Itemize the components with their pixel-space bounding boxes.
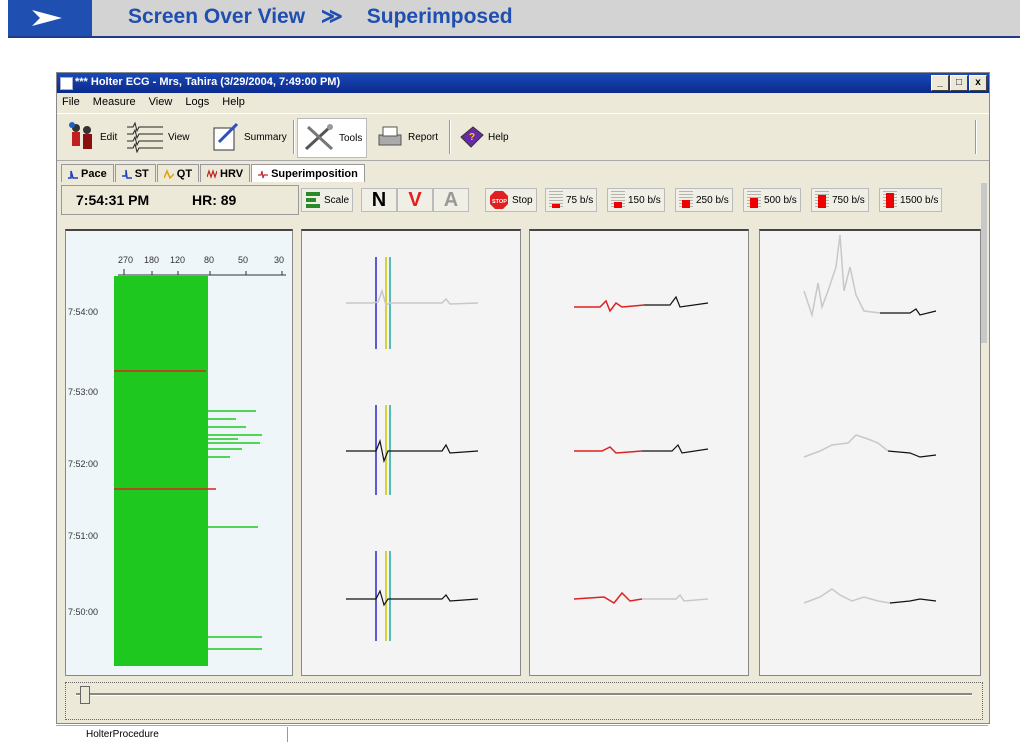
slider-track — [76, 693, 972, 696]
speed-250-button[interactable]: 250 b/s — [675, 188, 733, 212]
scale-bars-icon — [306, 192, 320, 208]
tab-superimposition[interactable]: Superimposition — [251, 164, 365, 182]
time-label: 7:51:00 — [68, 531, 98, 541]
axis-tick: 270 — [118, 255, 133, 265]
menu-view[interactable]: View — [144, 94, 178, 110]
status-bar: HolterProcedure — [56, 725, 988, 744]
hr-trend-chart: 270 180 120 80 50 30 7:54:00 7:53:00 7:5… — [68, 255, 286, 666]
normal-beats-waveforms — [346, 257, 479, 641]
ecg-grid-icon — [127, 121, 163, 153]
ventricular-beats-waveforms — [573, 295, 709, 604]
ventricular-beats-panel[interactable] — [529, 229, 749, 676]
minimize-button[interactable]: _ — [931, 75, 949, 91]
vertical-scrollbar[interactable] — [981, 183, 987, 343]
time-label: 7:54:00 — [68, 307, 98, 317]
people-edit-icon — [69, 122, 92, 149]
hr-trend-panel[interactable]: 270 180 120 80 50 30 7:54:00 7:53:00 7:5… — [65, 229, 293, 676]
stop-button[interactable]: STOP Stop — [485, 188, 537, 212]
tab-hrv[interactable]: HRV — [200, 164, 251, 182]
app-window: *** Holter ECG - Mrs, Tahira (3/29/2004,… — [56, 72, 990, 724]
toolbar: Edit View Summary Tools Report ? Help — [57, 113, 989, 161]
info-bar: 7:54:31 PM HR: 89 — [61, 185, 299, 215]
edit-button[interactable]: Edit — [67, 118, 117, 156]
scale-button[interactable]: Scale — [301, 188, 354, 212]
tab-pace[interactable]: Pace — [61, 164, 114, 182]
analysis-tabs: Pace ST QT HRV Superimposition — [61, 164, 366, 182]
tools-icon — [304, 124, 334, 151]
banner-title: Screen Over View ≫ Superimposed — [128, 5, 513, 28]
axis-tick: 50 — [238, 255, 248, 265]
st-icon — [121, 169, 132, 179]
status-procedure: HolterProcedure — [56, 727, 288, 742]
hrv-icon — [207, 168, 218, 179]
app-icon[interactable] — [60, 77, 73, 90]
speed-150-button[interactable]: 150 b/s — [607, 188, 665, 212]
view-button[interactable]: View — [125, 118, 190, 156]
summary-clipboard-icon — [213, 122, 239, 151]
superimposition-controls: Scale N V A STOP Stop 75 b/s 150 b/s 250… — [301, 185, 985, 213]
qt-icon — [163, 168, 174, 179]
speed-75-button[interactable]: 75 b/s — [545, 188, 598, 212]
superimposition-icon — [258, 170, 269, 178]
artifact-beats-waveforms — [803, 234, 937, 604]
time-label: 7:53:00 — [68, 387, 98, 397]
header-banner: Screen Over View ≫ Superimposed — [8, 0, 1020, 38]
current-time: 7:54:31 PM — [76, 192, 150, 208]
ventricular-beat-button[interactable]: V — [397, 188, 433, 212]
axis-tick: 120 — [170, 255, 185, 265]
time-label: 7:50:00 — [68, 607, 98, 617]
arrow-icon — [8, 0, 92, 36]
tab-qt[interactable]: QT — [156, 164, 200, 182]
heart-rate: HR: 89 — [192, 192, 237, 208]
axis-tick: 80 — [204, 255, 214, 265]
menu-help[interactable]: Help — [217, 94, 250, 110]
report-button[interactable]: Report — [375, 118, 438, 156]
menu-measure[interactable]: Measure — [88, 94, 141, 110]
window-title: *** Holter ECG - Mrs, Tahira (3/29/2004,… — [75, 76, 341, 88]
artifact-beat-button[interactable]: A — [433, 188, 469, 212]
svg-text:?: ? — [469, 132, 475, 143]
time-slider[interactable] — [65, 682, 983, 720]
artifact-beats-panel[interactable] — [759, 229, 981, 676]
time-label: 7:52:00 — [68, 459, 98, 469]
menu-bar: File Measure View Logs Help — [57, 94, 989, 112]
help-button[interactable]: ? Help — [457, 118, 509, 156]
speed-750-button[interactable]: 750 b/s — [811, 188, 869, 212]
summary-button[interactable]: Summary — [211, 118, 287, 156]
slider-thumb[interactable] — [80, 686, 90, 704]
normal-beat-button[interactable]: N — [361, 188, 397, 212]
axis-tick: 30 — [274, 255, 284, 265]
stop-sign-icon: STOP — [490, 191, 508, 209]
axis-tick: 180 — [144, 255, 159, 265]
speed-500-button[interactable]: 500 b/s — [743, 188, 801, 212]
close-button[interactable]: x — [969, 75, 987, 91]
menu-file[interactable]: File — [57, 94, 85, 110]
tools-button[interactable]: Tools — [297, 118, 368, 158]
pace-icon — [68, 170, 78, 179]
printer-icon — [378, 126, 402, 146]
help-book-icon: ? — [460, 126, 484, 148]
menu-logs[interactable]: Logs — [180, 94, 214, 110]
svg-text:STOP: STOP — [492, 199, 507, 205]
tab-st[interactable]: ST — [114, 164, 156, 182]
normal-beats-panel[interactable] — [301, 229, 521, 676]
title-bar[interactable]: *** Holter ECG - Mrs, Tahira (3/29/2004,… — [57, 73, 989, 93]
maximize-button[interactable]: □ — [950, 75, 968, 91]
speed-1500-button[interactable]: 1500 b/s — [879, 188, 943, 212]
